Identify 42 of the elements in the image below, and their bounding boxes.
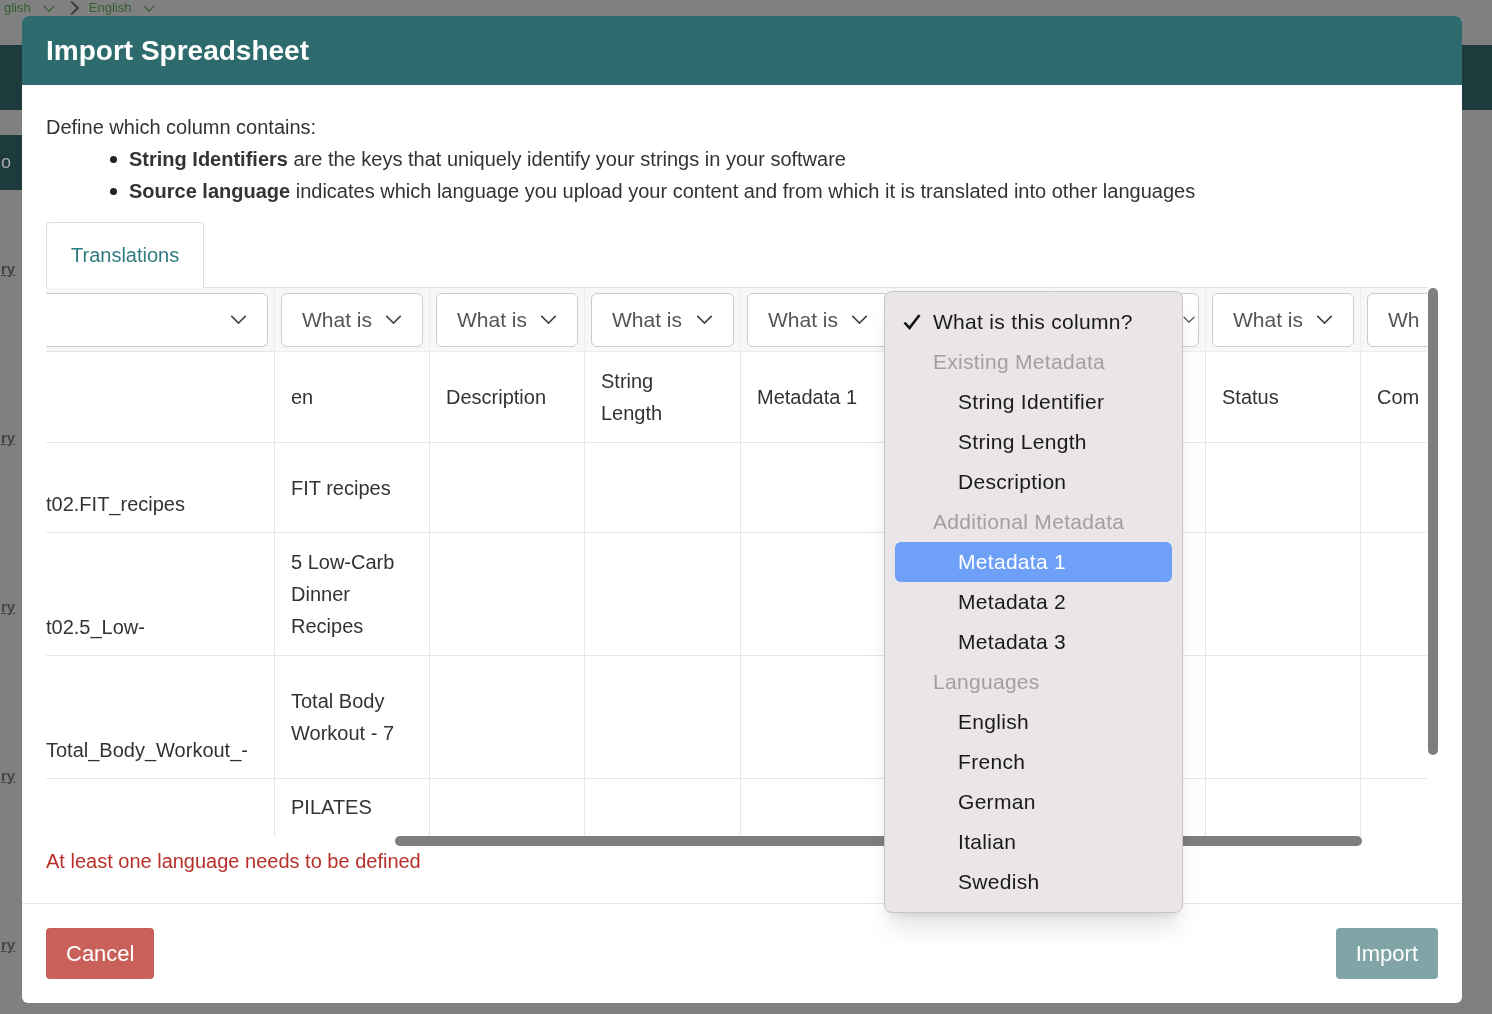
dialog-title: Import Spreadsheet — [46, 33, 309, 68]
column-header: Description — [429, 352, 584, 443]
table-cell: 5 Low-Carb Dinner Recipes — [274, 533, 429, 656]
menu-item[interactable]: Metadata 3 — [895, 622, 1172, 662]
row-label: ry — [0, 597, 16, 617]
menu-item[interactable]: Italian — [895, 822, 1172, 862]
menu-item[interactable]: String Length — [895, 422, 1172, 462]
menu-item[interactable]: What is this column? — [895, 302, 1172, 342]
table-cell: t02.FIT_recipes — [46, 443, 274, 533]
column-header: Status — [1205, 352, 1360, 443]
menu-item[interactable]: Swedish — [895, 862, 1172, 902]
bullet-text: String Identifiers are the keys that uniquely identify your strings in your software — [129, 147, 846, 171]
intro-text: Define which column contains: — [46, 115, 318, 139]
menu-item[interactable]: Description — [895, 462, 1172, 502]
sidebar-label: o — [0, 151, 11, 174]
row-label: ry — [0, 766, 16, 786]
row-label: ry — [0, 935, 16, 955]
tab[interactable]: Translations — [46, 222, 205, 288]
menu-item[interactable]: English — [895, 702, 1172, 742]
column-header: String Length — [584, 352, 740, 443]
menu-group-label: Additional Metadata — [932, 509, 1126, 536]
column-select[interactable]: What is — [281, 292, 423, 347]
row-label: ry — [0, 259, 16, 279]
menu-group-label: Existing Metadata — [932, 349, 1107, 376]
column-header: en — [274, 352, 429, 443]
column-select[interactable]: What is — [591, 292, 734, 347]
table-cell: Total Body Workout - 7 — [274, 656, 429, 779]
bullet-text: Source language indicates which language you upload your content and from which it is translated into other languages — [129, 179, 1196, 203]
row-label: ry — [0, 428, 16, 448]
column-select[interactable]: Wh — [1367, 292, 1427, 347]
menu-item[interactable]: String Identifier — [895, 382, 1172, 422]
menu-item[interactable]: German — [895, 782, 1172, 822]
table-cell: t02.5_Low- — [46, 533, 274, 656]
table-cell: FIT recipes — [274, 443, 429, 533]
menu-group-label: Languages — [932, 669, 1041, 696]
error-message: At least one language needs to be defined — [46, 849, 421, 874]
table-cell: Total_Body_Workout_- — [46, 656, 274, 779]
cancel-button[interactable]: Cancel — [46, 928, 155, 979]
column-select[interactable]: What is — [436, 292, 578, 347]
menu-item[interactable]: French — [895, 742, 1172, 782]
menu-item[interactable]: Metadata 2 — [895, 582, 1172, 622]
column-select[interactable]: What is — [1212, 292, 1354, 347]
